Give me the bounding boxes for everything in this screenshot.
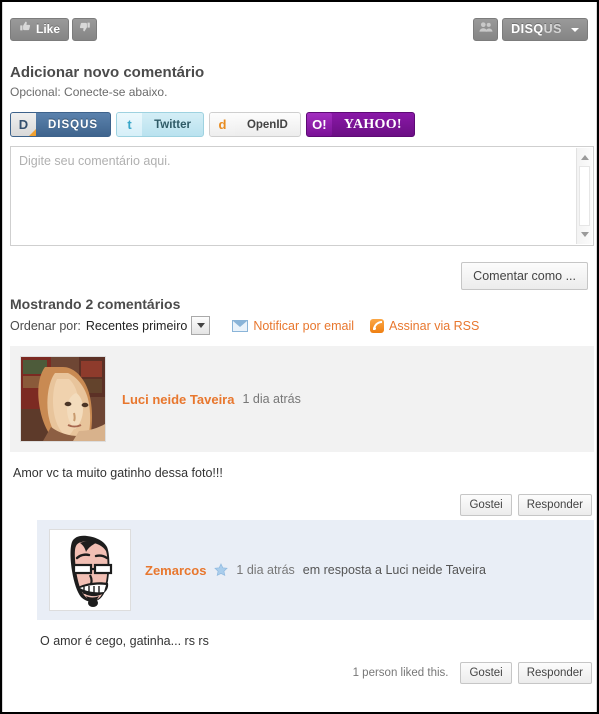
comment-textarea-placeholder: Digite seu comentário aqui.: [19, 154, 171, 168]
cartoon-avatar: [50, 530, 130, 610]
yahoo-logo-icon: O!: [306, 113, 332, 136]
login-provider-list: D DISQUS t Twitter d OpenID O! YAHOO!: [10, 112, 415, 137]
comment-meta: Luci neide Taveira 1 dia atrás: [122, 346, 301, 452]
like-comment-button[interactable]: Gostei: [460, 494, 512, 516]
comment-textarea[interactable]: Digite seu comentário aqui.: [10, 146, 594, 246]
notify-by-email-label: Notificar por email: [253, 318, 355, 333]
login-provider-label: DISQUS: [48, 118, 99, 131]
notify-by-email-link[interactable]: Notificar por email: [232, 319, 354, 333]
top-bar: Like DISQUS: [3, 2, 596, 54]
comment-meta: Zemarcos 1 dia atrás em resposta a Luci …: [145, 520, 486, 620]
thumbs-up-icon: [19, 18, 32, 41]
disqus-brand-strong: DISQ: [511, 22, 544, 36]
disqus-logo-icon: D: [11, 113, 36, 136]
dislike-button[interactable]: [72, 18, 98, 41]
comment-item: Luci neide Taveira 1 dia atrás Amor vc t…: [10, 346, 594, 516]
comment-author[interactable]: Zemarcos: [145, 563, 206, 578]
mail-icon: [232, 319, 249, 332]
disqus-comment-widget: Like DISQUS Adicionar novo comentário Op…: [0, 0, 599, 714]
comment-item-reply: Zemarcos 1 dia atrás em resposta a Luci …: [37, 520, 594, 684]
login-provider-disqus[interactable]: D DISQUS: [10, 112, 112, 137]
add-comment-heading: Adicionar novo comentário: [10, 64, 205, 81]
login-provider-yahoo[interactable]: O! YAHOO!: [305, 112, 415, 137]
like-button[interactable]: Like: [10, 18, 70, 41]
people-button[interactable]: [473, 18, 499, 41]
comment-header: Luci neide Taveira 1 dia atrás: [10, 346, 594, 452]
twitter-bird-icon: t: [117, 113, 143, 136]
comment-timestamp: 1 dia atrás: [242, 392, 301, 406]
comment-count-heading: Mostrando 2 comentários: [10, 296, 181, 312]
widget-inner: Like DISQUS Adicionar novo comentário Op…: [2, 2, 597, 712]
comment-header: Zemarcos 1 dia atrás em resposta a Luci …: [37, 520, 594, 620]
chevron-down-icon[interactable]: [191, 316, 211, 335]
login-provider-label: YAHOO!: [343, 116, 402, 132]
disqus-brand: DISQUS: [511, 18, 562, 41]
thumbs-down-icon: [78, 18, 91, 41]
submit-comment-button[interactable]: Comentar como ...: [461, 262, 588, 290]
sort-select[interactable]: Recentes primeiro: [85, 316, 211, 335]
avatar[interactable]: [20, 356, 106, 442]
vote-button-group: Like: [10, 18, 98, 41]
textarea-scrollbar[interactable]: [576, 148, 592, 244]
login-provider-openid[interactable]: d OpenID: [208, 112, 301, 137]
star-icon: [214, 563, 229, 577]
login-provider-label: OpenID: [246, 118, 288, 131]
login-provider-label: Twitter: [154, 118, 191, 131]
comment-actions: Gostei Responder: [10, 494, 594, 516]
sort-label: Ordenar por:: [10, 318, 81, 333]
comment-author[interactable]: Luci neide Taveira: [122, 392, 234, 407]
liked-count-text: 1 person liked this.: [352, 667, 449, 679]
login-provider-twitter[interactable]: t Twitter: [116, 112, 204, 137]
rss-icon: [370, 318, 385, 333]
scroll-down-arrow-icon[interactable]: [577, 227, 592, 242]
openid-logo-icon: d: [209, 113, 235, 136]
disqus-dropdown-button[interactable]: DISQUS: [502, 18, 588, 41]
like-comment-button[interactable]: Gostei: [460, 662, 512, 684]
disqus-menu-group: DISQUS: [473, 18, 588, 41]
comment-in-reply-to: em resposta a Luci neide Taveira: [302, 563, 487, 577]
subscribe-rss-link[interactable]: Assinar via RSS: [370, 318, 480, 333]
scrollbar-track[interactable]: [579, 166, 590, 226]
scroll-up-arrow-icon[interactable]: [577, 150, 592, 165]
comment-actions: 1 person liked this. Gostei Responder: [37, 662, 594, 684]
people-icon: [478, 18, 493, 41]
reply-comment-button[interactable]: Responder: [517, 494, 592, 516]
comment-body: Amor vc ta muito gatinho dessa foto!!!: [13, 466, 223, 480]
subscribe-rss-label: Assinar via RSS: [389, 318, 480, 333]
like-label: Like: [36, 22, 61, 36]
photo-avatar: [21, 357, 105, 441]
sort-bar: Ordenar por: Recentes primeiro Notificar…: [10, 316, 479, 335]
comment-body: O amor é cego, gatinha... rs rs: [40, 634, 209, 648]
disqus-brand-dim: US: [543, 22, 562, 36]
add-comment-subheading: Opcional: Conecte-se abaixo.: [10, 85, 168, 99]
chevron-down-icon: [571, 27, 579, 32]
comment-timestamp: 1 dia atrás: [236, 563, 295, 577]
avatar[interactable]: [49, 529, 131, 611]
reply-comment-button[interactable]: Responder: [517, 662, 592, 684]
sort-selected-value: Recentes primeiro: [85, 318, 188, 333]
